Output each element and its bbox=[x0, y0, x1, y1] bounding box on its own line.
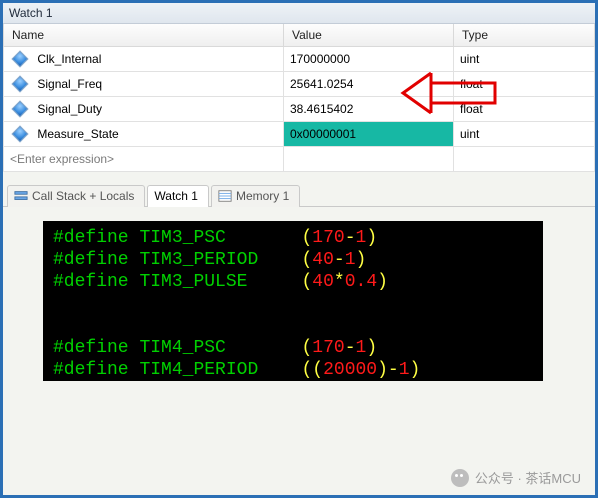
code-block: #define TIM3_PSC (170-1) #define TIM3_PE… bbox=[43, 221, 543, 381]
cell-type: uint bbox=[454, 122, 595, 147]
tab-label: Watch 1 bbox=[154, 189, 198, 203]
var-name: Clk_Internal bbox=[37, 52, 101, 66]
kw: #define bbox=[53, 338, 129, 358]
paren: ) bbox=[356, 250, 367, 270]
variable-icon bbox=[12, 126, 29, 143]
tab-memory1[interactable]: Memory 1 bbox=[211, 185, 300, 207]
paren: ) bbox=[366, 338, 377, 358]
window-title: Watch 1 bbox=[3, 3, 595, 24]
watch-panel: Name Value Type Clk_Internal 170000000 u… bbox=[3, 24, 595, 172]
num: 0.4 bbox=[345, 272, 377, 292]
num: 1 bbox=[356, 338, 367, 358]
num: 170 bbox=[312, 228, 344, 248]
id: TIM3_PERIOD bbox=[139, 250, 258, 270]
tab-watch1[interactable]: Watch 1 bbox=[147, 185, 209, 207]
paren: ( bbox=[301, 228, 312, 248]
col-name[interactable]: Name bbox=[4, 24, 284, 47]
variable-icon bbox=[12, 51, 29, 68]
num: 1 bbox=[399, 360, 410, 380]
cell-value[interactable]: 170000000 bbox=[284, 47, 454, 72]
id: TIM3_PSC bbox=[139, 228, 225, 248]
paren: ( bbox=[301, 250, 312, 270]
paren: ) bbox=[410, 360, 421, 380]
num: 1 bbox=[356, 228, 367, 248]
tab-label: Call Stack + Locals bbox=[32, 189, 134, 203]
table-row[interactable]: Clk_Internal 170000000 uint bbox=[4, 47, 595, 72]
table-row[interactable]: Measure_State 0x00000001 uint bbox=[4, 122, 595, 147]
cell-type: float bbox=[454, 72, 595, 97]
header-row: Name Value Type bbox=[4, 24, 595, 47]
table-row[interactable]: Signal_Duty 38.4615402 float bbox=[4, 97, 595, 122]
cell-name: Signal_Freq bbox=[4, 72, 284, 97]
tab-bar: Call Stack + Locals Watch 1 Memory 1 bbox=[3, 172, 595, 207]
code-panel: #define TIM3_PSC (170-1) #define TIM3_PE… bbox=[3, 207, 595, 381]
op: - bbox=[388, 360, 399, 380]
table-row[interactable]: Signal_Freq 25641.0254 float bbox=[4, 72, 595, 97]
empty-cell bbox=[284, 147, 454, 172]
op: - bbox=[345, 338, 356, 358]
paren: ( bbox=[301, 338, 312, 358]
col-value[interactable]: Value bbox=[284, 24, 454, 47]
num: 1 bbox=[345, 250, 356, 270]
kw: #define bbox=[53, 250, 129, 270]
var-name: Signal_Freq bbox=[37, 77, 102, 91]
col-type[interactable]: Type bbox=[454, 24, 595, 47]
enter-expression-row[interactable]: <Enter expression> bbox=[4, 147, 595, 172]
footer-credit: 公众号 · 茶话MCU bbox=[451, 468, 581, 487]
id: TIM4_PSC bbox=[139, 338, 225, 358]
cell-name: Measure_State bbox=[4, 122, 284, 147]
tab-label: Memory 1 bbox=[236, 189, 289, 203]
paren: (( bbox=[301, 360, 323, 380]
kw: #define bbox=[53, 272, 129, 292]
cell-type: uint bbox=[454, 47, 595, 72]
num: 40 bbox=[312, 250, 334, 270]
tab-callstack[interactable]: Call Stack + Locals bbox=[7, 185, 145, 207]
cell-name: Signal_Duty bbox=[4, 97, 284, 122]
num: 20000 bbox=[323, 360, 377, 380]
callstack-icon bbox=[14, 189, 28, 203]
paren: ) bbox=[366, 228, 377, 248]
cell-type: float bbox=[454, 97, 595, 122]
cell-value[interactable]: 0x00000001 bbox=[284, 122, 454, 147]
num: 170 bbox=[312, 338, 344, 358]
id: TIM3_PULSE bbox=[139, 272, 247, 292]
var-name: Measure_State bbox=[37, 127, 118, 141]
footer-text: 公众号 · 茶话MCU bbox=[475, 468, 581, 487]
id: TIM4_PERIOD bbox=[139, 360, 258, 380]
cell-value[interactable]: 38.4615402 bbox=[284, 97, 454, 122]
op: - bbox=[334, 250, 345, 270]
var-name: Signal_Duty bbox=[37, 102, 102, 116]
paren: ) bbox=[377, 360, 388, 380]
op: * bbox=[334, 272, 345, 292]
variable-icon bbox=[12, 101, 29, 118]
num: 40 bbox=[312, 272, 334, 292]
kw: #define bbox=[53, 360, 129, 380]
paren: ( bbox=[301, 272, 312, 292]
paren: ) bbox=[377, 272, 388, 292]
enter-expression[interactable]: <Enter expression> bbox=[4, 147, 284, 172]
watch-table: Name Value Type Clk_Internal 170000000 u… bbox=[3, 24, 595, 172]
cell-name: Clk_Internal bbox=[4, 47, 284, 72]
empty-cell bbox=[454, 147, 595, 172]
cell-value[interactable]: 25641.0254 bbox=[284, 72, 454, 97]
wechat-icon bbox=[451, 469, 469, 487]
op: - bbox=[345, 228, 356, 248]
kw: #define bbox=[53, 228, 129, 248]
memory-icon bbox=[218, 189, 232, 203]
variable-icon bbox=[12, 76, 29, 93]
